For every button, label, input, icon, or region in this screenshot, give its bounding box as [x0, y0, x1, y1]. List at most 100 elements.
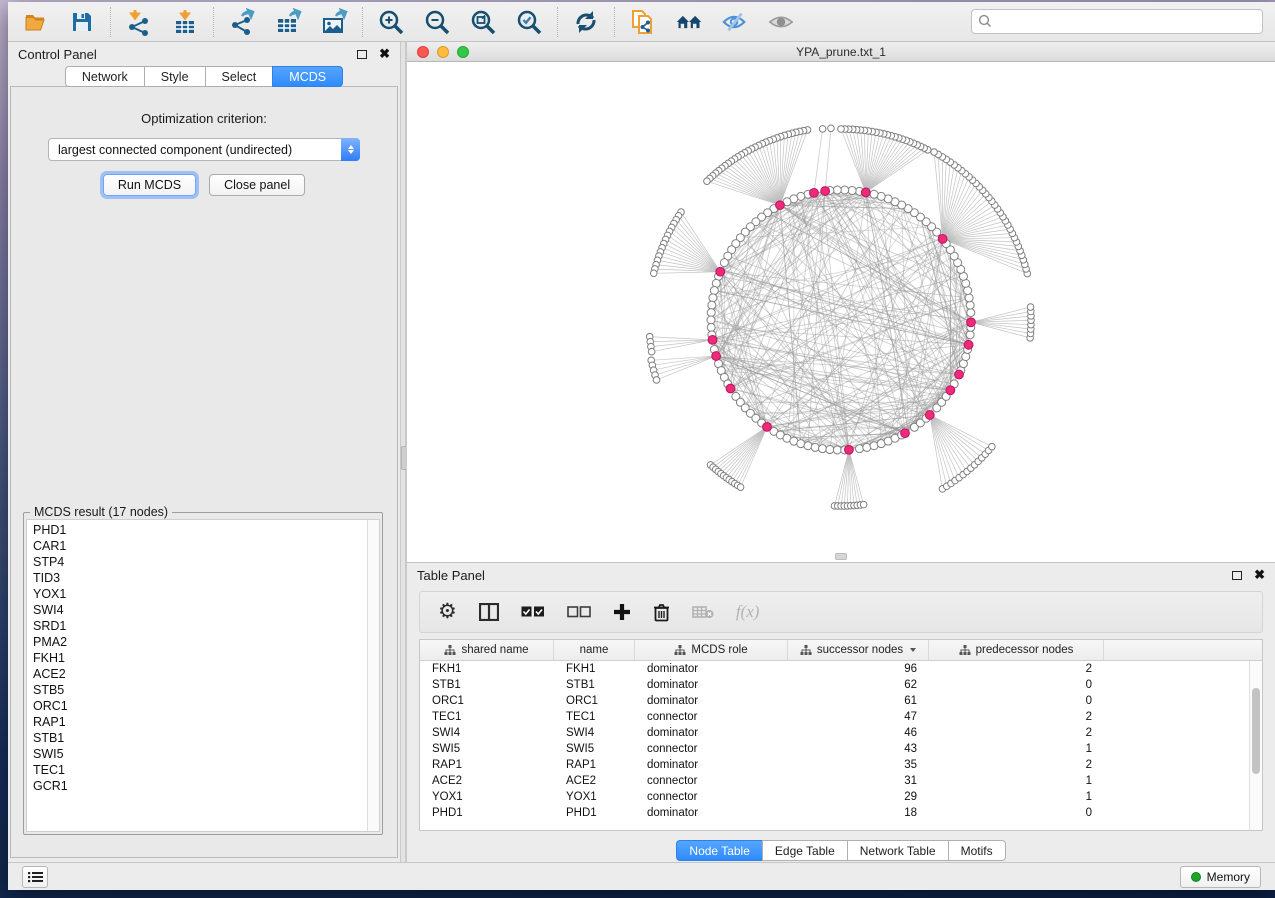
table-cell: SWI4 — [420, 727, 554, 739]
table-scrollbar[interactable] — [1249, 661, 1262, 830]
table-cell: dominator — [635, 727, 788, 739]
window-minimize-icon[interactable] — [437, 46, 449, 58]
table-row[interactable]: PHD1PHD1dominator180 — [420, 805, 1262, 821]
split-panel-columns-icon[interactable] — [479, 603, 499, 621]
mcds-result-item[interactable]: FKH1 — [33, 650, 367, 666]
import-network-from-file-icon[interactable] — [125, 8, 153, 36]
mcds-result-item[interactable]: TID3 — [33, 570, 367, 586]
float-table-panel-icon[interactable] — [1232, 571, 1242, 580]
tab-select[interactable]: Select — [205, 66, 273, 87]
status-bar: Memory — [8, 862, 1275, 890]
add-column-icon[interactable] — [613, 603, 631, 621]
close-panel-button[interactable]: Close panel — [209, 174, 305, 196]
import-table-from-file-icon[interactable] — [171, 8, 199, 36]
table-cell: 2 — [929, 727, 1104, 739]
table-row[interactable]: STB1STB1dominator620 — [420, 677, 1262, 693]
table-row[interactable]: TEC1TEC1connector472 — [420, 709, 1262, 725]
search-field-wrap — [971, 9, 1263, 34]
table-cell: YOX1 — [554, 791, 635, 803]
table-scrollbar-thumb[interactable] — [1252, 688, 1260, 774]
zoom-in-icon[interactable] — [377, 8, 405, 36]
select-all-rows-icon[interactable] — [521, 606, 545, 618]
table-cell: RAP1 — [554, 759, 635, 771]
mcds-result-group: MCDS result (17 nodes) PHD1CAR1STP4TID3Y… — [23, 512, 383, 835]
mcds-result-item[interactable]: ACE2 — [33, 666, 367, 682]
table-row[interactable]: SWI5SWI5connector431 — [420, 741, 1262, 757]
window-maximize-icon[interactable] — [457, 46, 469, 58]
table-row[interactable]: FKH1FKH1dominator962 — [420, 661, 1262, 677]
mcds-result-item[interactable]: GCR1 — [33, 778, 367, 794]
mcds-result-scrollbar[interactable] — [367, 520, 379, 831]
delete-table-icon[interactable] — [692, 605, 714, 619]
zoom-selected-icon[interactable] — [515, 8, 543, 36]
tab-node-table[interactable]: Node Table — [676, 840, 762, 861]
table-row[interactable]: SWI4SWI4dominator462 — [420, 725, 1262, 741]
splitter-grip[interactable] — [835, 553, 847, 560]
control-panel: Control Panel ✖ NetworkStyleSelectMCDS O… — [8, 42, 400, 862]
new-network-from-selection-icon[interactable] — [629, 8, 657, 36]
mcds-result-item[interactable]: PHD1 — [33, 522, 367, 538]
tab-network[interactable]: Network — [65, 66, 144, 87]
memory-button[interactable]: Memory — [1180, 866, 1261, 888]
export-table-icon[interactable] — [274, 8, 302, 36]
mcds-result-item[interactable]: YOX1 — [33, 586, 367, 602]
mcds-result-item[interactable]: STB5 — [33, 682, 367, 698]
apply-layout-icon[interactable] — [572, 8, 600, 36]
column-header-successor-nodes[interactable]: successor nodes — [788, 640, 929, 660]
optimization-criterion-select[interactable]: largest connected component (undirected) — [48, 138, 360, 161]
export-network-icon[interactable] — [228, 8, 256, 36]
tab-mcds[interactable]: MCDS — [272, 66, 343, 87]
window-close-icon[interactable] — [417, 46, 429, 58]
search-input[interactable] — [971, 9, 1263, 34]
mcds-result-item[interactable]: ORC1 — [33, 698, 367, 714]
deselect-all-rows-icon[interactable] — [567, 606, 591, 618]
mcds-result-item[interactable]: CAR1 — [33, 538, 367, 554]
table-cell: connector — [635, 775, 788, 787]
run-mcds-button[interactable]: Run MCDS — [103, 174, 196, 196]
table-cell: dominator — [635, 807, 788, 819]
network-graph — [407, 62, 1275, 562]
mcds-result-item[interactable]: TEC1 — [33, 762, 367, 778]
mcds-result-item[interactable]: SWI5 — [33, 746, 367, 762]
column-header-MCDS-role[interactable]: MCDS role — [635, 640, 788, 660]
mcds-result-item[interactable]: STP4 — [33, 554, 367, 570]
optimization-criterion-value: largest connected component (undirected) — [49, 143, 341, 157]
apply-function-icon[interactable]: f(x) — [736, 602, 760, 622]
hide-selected-icon[interactable] — [721, 8, 749, 36]
close-table-panel-icon[interactable]: ✖ — [1254, 570, 1265, 580]
mcds-result-item[interactable]: SRD1 — [33, 618, 367, 634]
export-image-icon[interactable] — [320, 8, 348, 36]
zoom-out-icon[interactable] — [423, 8, 451, 36]
table-cell: ORC1 — [420, 695, 554, 707]
panel-menu-icon[interactable] — [22, 866, 48, 888]
table-cell: ACE2 — [420, 775, 554, 787]
save-session-icon[interactable] — [68, 8, 96, 36]
first-neighbors-icon[interactable] — [675, 8, 703, 36]
table-cell: 62 — [788, 679, 929, 691]
table-cell: FKH1 — [420, 663, 554, 675]
open-file-icon[interactable] — [22, 8, 50, 36]
zoom-fit-content-icon[interactable] — [469, 8, 497, 36]
network-canvas[interactable] — [407, 62, 1275, 562]
mcds-result-item[interactable]: PMA2 — [33, 634, 367, 650]
show-all-icon[interactable] — [767, 8, 795, 36]
mcds-result-item[interactable]: RAP1 — [33, 714, 367, 730]
tab-network-table[interactable]: Network Table — [847, 840, 948, 861]
column-header-name[interactable]: name — [554, 640, 635, 660]
mcds-result-item[interactable]: SWI4 — [33, 602, 367, 618]
table-row[interactable]: RAP1RAP1dominator352 — [420, 757, 1262, 773]
column-header-predecessor-nodes[interactable]: predecessor nodes — [929, 640, 1104, 660]
float-panel-icon[interactable] — [357, 50, 367, 59]
table-settings-gear-icon[interactable]: ⚙ — [438, 602, 457, 622]
tab-motifs[interactable]: Motifs — [948, 840, 1006, 861]
column-header-shared-name[interactable]: shared name — [420, 640, 554, 660]
table-row[interactable]: YOX1YOX1connector291 — [420, 789, 1262, 805]
close-panel-icon[interactable]: ✖ — [379, 49, 390, 59]
tab-style[interactable]: Style — [144, 66, 205, 87]
mcds-result-list: PHD1CAR1STP4TID3YOX1SWI4SRD1PMA2FKH1ACE2… — [27, 520, 367, 831]
delete-column-icon[interactable] — [653, 603, 670, 622]
table-row[interactable]: ACE2ACE2connector311 — [420, 773, 1262, 789]
mcds-result-item[interactable]: STB1 — [33, 730, 367, 746]
tab-edge-table[interactable]: Edge Table — [762, 840, 847, 861]
table-row[interactable]: ORC1ORC1dominator610 — [420, 693, 1262, 709]
